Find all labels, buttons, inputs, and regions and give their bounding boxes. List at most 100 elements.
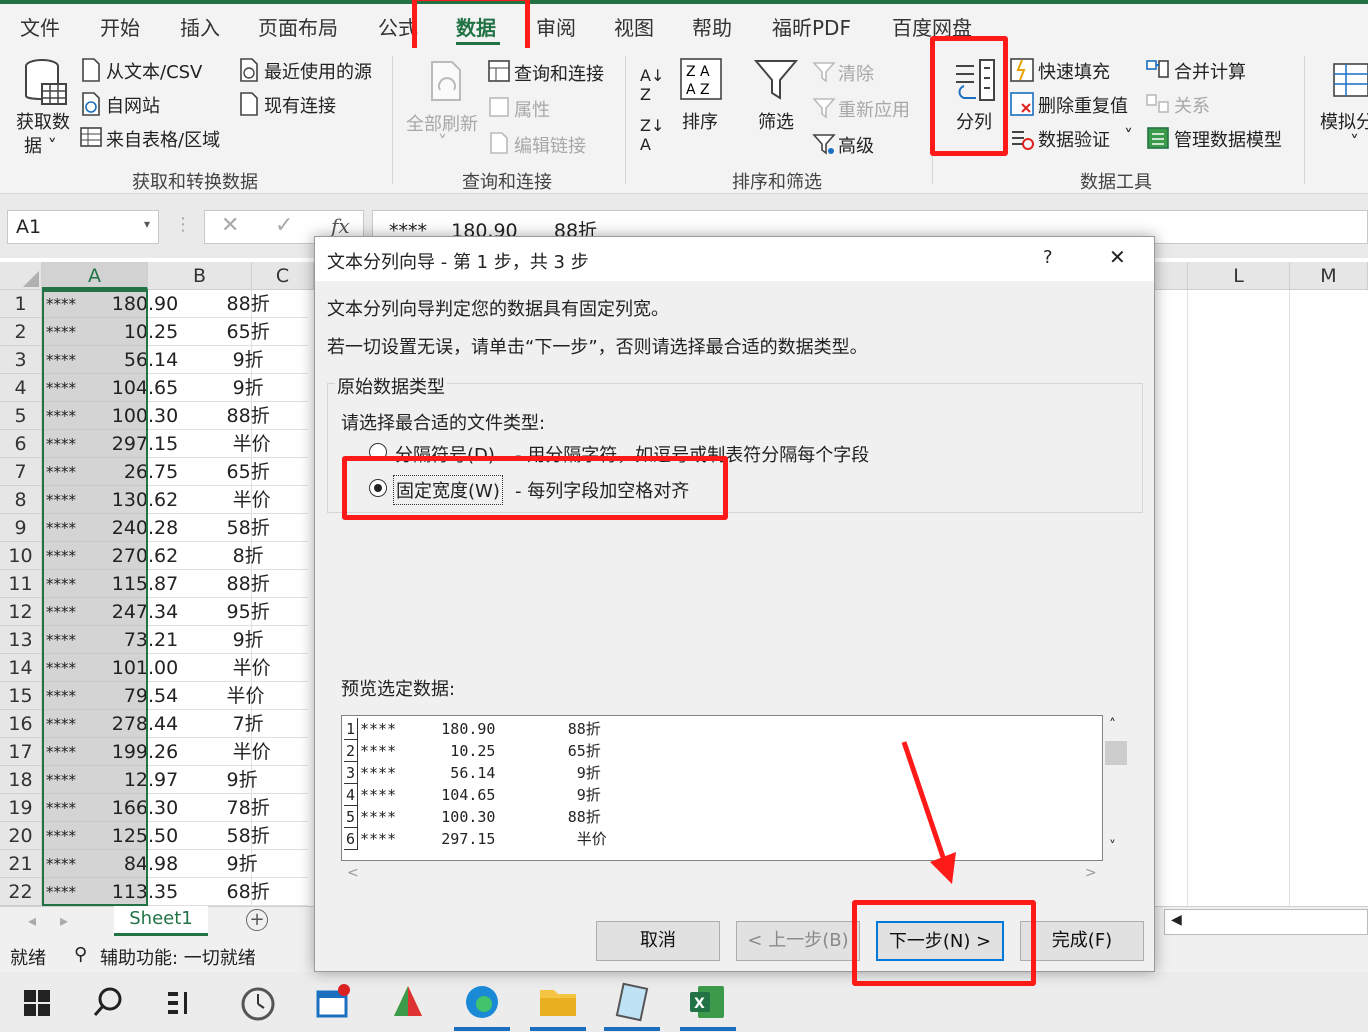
relationships-button[interactable]: 关系 [1174,92,1210,118]
from-table-button[interactable]: 来自表格/区域 [106,126,220,152]
cell-a[interactable]: **** 12 [42,766,148,794]
from-text-csv-button[interactable]: 从文本/CSV [106,58,202,84]
cell-overflow-text[interactable]: .30 78折 [148,794,308,822]
row-header[interactable]: 18 [0,766,42,794]
windows-start-icon[interactable] [24,990,50,1016]
tab-home[interactable]: 开始 [100,12,140,41]
column-header-b[interactable]: B [148,262,252,290]
clock-app-icon[interactable] [238,982,278,1022]
from-web-button[interactable]: 自网站 [106,92,160,118]
column-header-k[interactable] [1154,262,1188,290]
scroll-left-arrow-icon[interactable]: < [347,865,359,881]
cell-overflow-text[interactable]: .97 9折 [148,766,308,794]
row-header[interactable]: 15 [0,682,42,710]
sort-desc-icon[interactable]: Z↓ A [640,116,664,154]
cell-overflow-text[interactable]: .98 9折 [148,850,308,878]
cell-a[interactable]: **** 240 [42,514,148,542]
cell-a[interactable]: **** 270 [42,542,148,570]
scroll-right-arrow-icon[interactable]: > [1085,865,1097,881]
window-app-icon[interactable] [314,982,354,1022]
cell-overflow-text[interactable]: .25 65折 [148,318,308,346]
row-header[interactable]: 3 [0,346,42,374]
tab-view[interactable]: 视图 [614,12,654,41]
paint-app-icon[interactable] [388,982,428,1022]
cell-overflow-text[interactable]: .30 88折 [148,402,308,430]
cell-a[interactable]: **** 166 [42,794,148,822]
scroll-down-icon[interactable]: ˅ [1109,839,1116,855]
horizontal-scrollbar[interactable]: ◀ [1164,909,1368,935]
confirm-icon[interactable]: ✓ [275,213,293,238]
cell-a[interactable]: **** 113 [42,878,148,906]
row-header[interactable]: 16 [0,710,42,738]
excel-app-icon[interactable]: X [688,984,726,1020]
more-options-icon[interactable]: ⋮ [174,214,192,235]
select-all-corner[interactable] [0,262,42,290]
what-if-analysis-button[interactable]: 模拟分 [1320,108,1368,134]
tab-insert[interactable]: 插入 [180,12,220,41]
row-header[interactable]: 20 [0,822,42,850]
finish-button[interactable]: 完成(F) [1020,921,1144,961]
cell-a[interactable]: **** 56 [42,346,148,374]
consolidate-button[interactable]: 合并计算 [1174,58,1246,84]
name-box[interactable]: A1 ▾ [7,210,159,244]
tab-foxit-pdf[interactable]: 福昕PDF [772,12,851,41]
cell-a[interactable]: **** 84 [42,850,148,878]
cell-overflow-text[interactable]: .75 65折 [148,458,308,486]
edge-browser-icon[interactable] [462,982,502,1022]
filter-button[interactable]: 筛选 [758,108,794,134]
search-icon[interactable] [92,986,124,1018]
refresh-dropdown-icon[interactable]: ˅ [438,132,447,153]
cell-a[interactable]: **** 297 [42,430,148,458]
properties-button[interactable]: 属性 [514,96,550,122]
tab-page-layout[interactable]: 页面布局 [258,12,338,41]
cell-a[interactable]: **** 130 [42,486,148,514]
cell-overflow-text[interactable]: .50 58折 [148,822,308,850]
cell-overflow-text[interactable]: .65 9折 [148,374,308,402]
cell-a[interactable]: **** 104 [42,374,148,402]
help-button[interactable]: ? [1043,247,1053,268]
cell-a[interactable]: **** 199 [42,738,148,766]
get-data-button[interactable]: 获取数 [16,108,70,134]
cell-overflow-text[interactable]: .21 9折 [148,626,308,654]
row-header[interactable]: 1 [0,290,42,318]
reapply-button[interactable]: 重新应用 [838,96,910,122]
cell-overflow-text[interactable]: .90 88折 [148,290,308,318]
row-header[interactable]: 8 [0,486,42,514]
scroll-right-icon[interactable]: ▸ [60,911,68,930]
preview-horizontal-scrollbar[interactable]: < > [341,863,1103,887]
row-header[interactable]: 22 [0,878,42,906]
cell-a[interactable]: **** 73 [42,626,148,654]
cell-a[interactable]: **** 180 [42,290,148,318]
cell-overflow-text[interactable]: .44 7折 [148,710,308,738]
cell-overflow-text[interactable]: .00 半价 [148,654,308,682]
row-header[interactable]: 12 [0,598,42,626]
tab-review[interactable]: 审阅 [536,12,576,41]
recent-sources-button[interactable]: 最近使用的源 [264,58,372,84]
row-header[interactable]: 5 [0,402,42,430]
row-header[interactable]: 19 [0,794,42,822]
manage-data-model-button[interactable]: 管理数据模型 [1174,126,1282,152]
cell-overflow-text[interactable]: .26 半价 [148,738,308,766]
tab-file[interactable]: 文件 [20,12,60,41]
data-validation-button[interactable]: 数据验证 [1038,126,1110,152]
row-header[interactable]: 7 [0,458,42,486]
sort-asc-icon[interactable]: A↓ Z [640,66,664,104]
cell-overflow-text[interactable]: .54 半价 [148,682,308,710]
what-if-dropdown-icon[interactable]: ˅ [1350,132,1359,153]
cell-a[interactable]: **** 247 [42,598,148,626]
add-sheet-icon[interactable]: + [246,909,268,931]
row-header[interactable]: 9 [0,514,42,542]
cell-a[interactable]: **** 79 [42,682,148,710]
flash-fill-button[interactable]: 快速填充 [1038,58,1110,84]
cell-a[interactable]: **** 125 [42,822,148,850]
cell-overflow-text[interactable]: .35 68折 [148,878,308,906]
clear-button[interactable]: 清除 [838,60,874,86]
row-header[interactable]: 17 [0,738,42,766]
row-header[interactable]: 10 [0,542,42,570]
remove-duplicates-button[interactable]: 删除重复值 [1038,92,1128,118]
queries-connections-button[interactable]: 查询和连接 [514,60,604,86]
insert-function-icon[interactable]: fx [331,214,350,238]
edit-links-button[interactable]: 编辑链接 [514,132,586,158]
cell-overflow-text[interactable]: .28 58折 [148,514,308,542]
row-header[interactable]: 11 [0,570,42,598]
